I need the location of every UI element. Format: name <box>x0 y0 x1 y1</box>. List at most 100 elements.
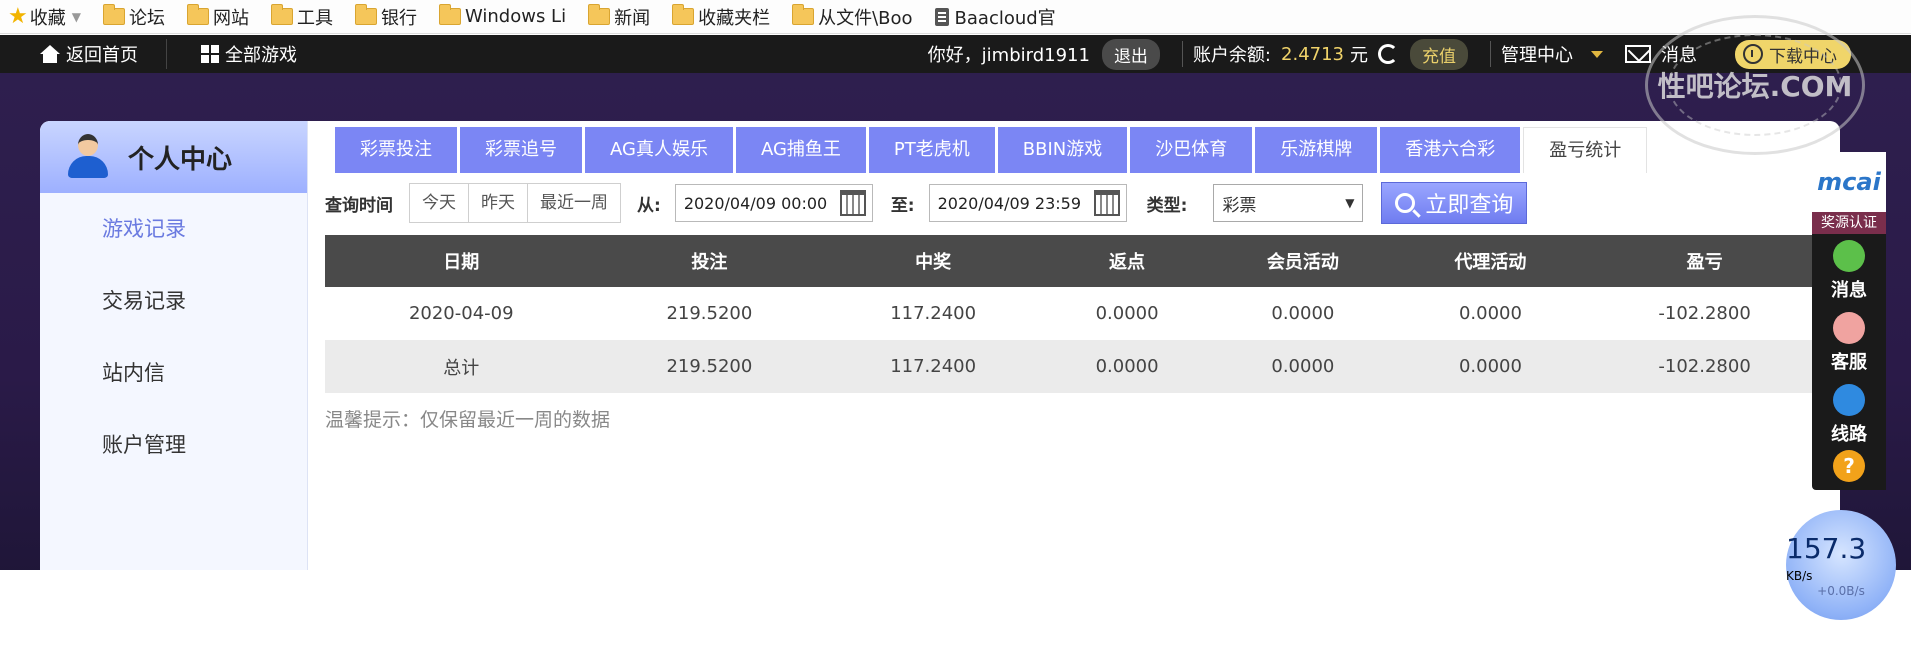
from-date-input[interactable]: 2020/04/09 00:00 <box>674 184 873 222</box>
home-link[interactable]: 返回首页 <box>40 41 138 67</box>
folder-icon <box>588 4 611 25</box>
speed-unit: KB/s <box>1786 569 1813 583</box>
support-agent-icon <box>1833 312 1865 344</box>
all-games-label: 全部游戏 <box>225 45 297 66</box>
column-header: 日期 <box>325 235 598 287</box>
tab-lottery-bet[interactable]: 彩票投注 <box>335 127 457 173</box>
balance-label: 账户余额: <box>1192 45 1272 66</box>
range-today-button[interactable]: 今天 <box>410 184 469 222</box>
type-label: 类型: <box>1146 195 1188 216</box>
folder-icon <box>672 4 695 25</box>
folder-icon <box>186 4 209 25</box>
folder-icon <box>792 4 815 25</box>
table-cell: -102.2800 <box>1658 303 1751 324</box>
float-routes-button[interactable]: 线路 <box>1812 380 1886 450</box>
table-cell: 0.0000 <box>1271 303 1335 324</box>
sidebar-item-transactions[interactable]: 交易记录 <box>40 265 307 337</box>
table-cell: 2020-04-09 <box>408 303 514 324</box>
column-header: 盈亏 <box>1584 235 1825 287</box>
recharge-button[interactable]: 充值 <box>1410 38 1468 70</box>
table-cell: -102.2800 <box>1584 340 1825 393</box>
tab-hk-marksix[interactable]: 香港六合彩 <box>1380 127 1521 173</box>
tab-saba-sports[interactable]: 沙巴体育 <box>1130 127 1253 173</box>
quick-range-group: 今天 昨天 最近一周 <box>409 183 621 223</box>
bookmark-label: 银行 <box>380 7 417 29</box>
query-time-label: 查询时间 <box>325 195 393 216</box>
refresh-icon[interactable] <box>1378 44 1398 64</box>
bookmark-label: 论坛 <box>128 7 165 29</box>
grid-icon <box>201 45 219 63</box>
tab-ag-fishing[interactable]: AG捕鱼王 <box>735 127 866 173</box>
user-avatar-icon <box>68 134 108 180</box>
range-yesterday-button[interactable]: 昨天 <box>469 184 528 222</box>
bookmark-folder[interactable]: 论坛 <box>102 0 165 34</box>
all-games-link[interactable]: 全部游戏 <box>201 41 297 67</box>
sidebar: 个人中心 游戏记录 交易记录 站内信 账户管理 <box>40 121 308 570</box>
chevron-down-icon[interactable] <box>1591 50 1603 58</box>
table-cell: 0.0000 <box>1458 303 1522 324</box>
table-cell: 0.0000 <box>1396 340 1585 393</box>
bookmark-folder[interactable]: 收藏夹栏 <box>672 0 770 34</box>
to-date-value: 2020/04/09 23:59 <box>937 193 1082 213</box>
bookmark-folder[interactable]: Windows Li <box>438 0 567 34</box>
chevron-down-icon: ▼ <box>71 9 81 24</box>
tab-ag-live[interactable]: AG真人娱乐 <box>585 127 733 173</box>
table-cell: 219.5200 <box>666 303 753 324</box>
tab-bbin[interactable]: BBIN游戏 <box>997 127 1128 173</box>
sidebar-item-inbox[interactable]: 站内信 <box>40 337 307 409</box>
bookmark-folder[interactable]: 从文件\Boo <box>792 0 913 34</box>
bookmark-label: Windows Li <box>464 6 567 27</box>
watermark-seal: 性吧论坛.COM <box>1645 15 1865 155</box>
chevron-down-icon: ▼ <box>1345 196 1355 210</box>
to-date-input[interactable]: 2020/04/09 23:59 <box>928 184 1127 222</box>
table-cell: 总计 <box>325 340 598 393</box>
sidebar-item-game-records[interactable]: 游戏记录 <box>40 193 307 265</box>
tab-lottery-chase[interactable]: 彩票追号 <box>460 127 582 173</box>
float-support-button[interactable]: 客服 <box>1812 308 1886 378</box>
page: ★ 收藏 ▼ 论坛 网站 工具 银行 Windows Li 新闻 收藏夹栏 从文… <box>0 0 1911 648</box>
float-messages-button[interactable]: 消息 <box>1812 236 1886 306</box>
bookmark-folder[interactable]: 银行 <box>354 0 417 34</box>
star-icon: ★ <box>8 4 28 29</box>
greeting-text: 你好，jimbird1911 <box>927 45 1090 66</box>
bookmark-label: 网站 <box>212 7 249 29</box>
from-date-value: 2020/04/09 00:00 <box>683 193 828 213</box>
bookmark-folder[interactable]: 网站 <box>186 0 249 34</box>
bookmarks-bar: ★ 收藏 ▼ 论坛 网站 工具 银行 Windows Li 新闻 收藏夹栏 从文… <box>0 0 1911 34</box>
column-header: 中奖 <box>821 235 1046 287</box>
hint-text: 温馨提示：仅保留最近一周的数据 <box>325 409 611 431</box>
bookmark-link[interactable]: Baacloud官 <box>934 0 1056 34</box>
game-tabs: 彩票投注 彩票追号 AG真人娱乐 AG捕鱼王 PT老虎机 BBIN游戏 沙巴体育… <box>335 127 1650 173</box>
folder-icon <box>102 4 125 25</box>
speedometer-icon <box>1833 384 1865 416</box>
table-row: 2020-04-09 219.5200 117.2400 0.0000 0.00… <box>325 287 1825 340</box>
from-label: 从: <box>637 195 661 216</box>
table-header-row: 日期 投注 中奖 返点 会员活动 代理活动 盈亏 <box>325 235 1825 287</box>
search-button[interactable]: 立即查询 <box>1381 182 1528 224</box>
float-item-label: 客服 <box>1831 352 1867 373</box>
mail-icon[interactable] <box>1625 45 1651 63</box>
calendar-icon[interactable] <box>839 190 866 216</box>
bookmark-folder[interactable]: 工具 <box>270 0 333 34</box>
type-select[interactable]: 彩票 ▼ <box>1213 184 1364 222</box>
bookmark-label: 新闻 <box>614 7 651 29</box>
table-cell: 117.2400 <box>890 303 977 324</box>
nav-divider <box>1181 41 1183 67</box>
home-label: 返回首页 <box>66 45 138 66</box>
bookmark-folder[interactable]: 新闻 <box>588 0 650 34</box>
tab-profit-stats[interactable]: 盈亏统计 <box>1523 127 1648 173</box>
bookmark-favorites[interactable]: ★ 收藏 ▼ <box>8 0 81 34</box>
calendar-icon[interactable] <box>1093 190 1120 216</box>
float-help-button[interactable]: ? <box>1812 446 1886 490</box>
network-speed-widget[interactable]: 157.3 KB/s +0.0B/s <box>1786 510 1896 620</box>
bookmark-label: Baacloud官 <box>954 7 1056 29</box>
logout-button[interactable]: 退出 <box>1101 38 1160 70</box>
admin-center-menu[interactable]: 管理中心 <box>1501 41 1573 67</box>
tab-pt-slots[interactable]: PT老虎机 <box>868 127 995 173</box>
currency-label: 元 <box>1350 45 1368 66</box>
range-week-button[interactable]: 最近一周 <box>528 184 620 222</box>
sidebar-item-account[interactable]: 账户管理 <box>40 409 307 481</box>
tab-leyou-chess[interactable]: 乐游棋牌 <box>1255 127 1378 173</box>
table-cell: 0.0000 <box>1095 303 1159 324</box>
profit-table: 日期 投注 中奖 返点 会员活动 代理活动 盈亏 2020-04-09 219.… <box>325 235 1825 393</box>
